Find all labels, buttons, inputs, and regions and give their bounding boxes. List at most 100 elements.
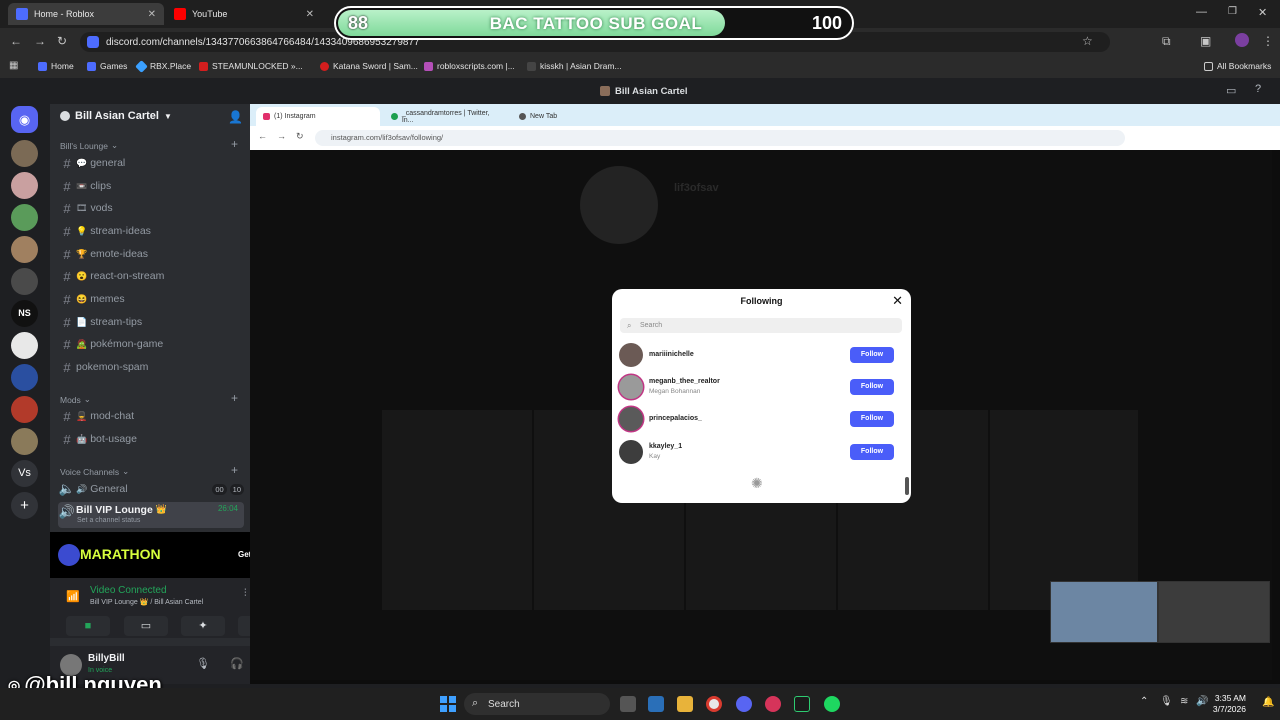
channel-bot-usage[interactable]: # 🤖 bot-usage (58, 429, 244, 449)
extensions-icon[interactable]: ⧉ (1162, 34, 1171, 49)
bookmark-home[interactable]: Home (38, 61, 74, 71)
microphone-icon[interactable]: 🎙 (1160, 696, 1173, 707)
close-window-icon[interactable]: ✕ (1258, 6, 1267, 19)
site-info-icon[interactable] (87, 36, 99, 48)
server-vs-icon[interactable]: Vs (11, 460, 38, 487)
channel-mod-chat[interactable]: # 💂 mod-chat (58, 406, 244, 426)
reload-icon[interactable]: ↻ (57, 34, 67, 48)
add-channel-icon[interactable]: + (231, 137, 238, 151)
bookmark-robloxscripts[interactable]: robloxscripts.com |... (424, 61, 515, 71)
channel-emote-ideas[interactable]: # 🏆 emote-ideas (58, 244, 244, 264)
server-icon[interactable] (11, 268, 38, 295)
close-icon[interactable]: ✕ (892, 293, 903, 309)
category-bills-lounge[interactable]: Bill's Lounge ⌄ (60, 140, 118, 151)
menu-icon[interactable]: ⋮ (1262, 34, 1274, 48)
browser-tab-roblox[interactable]: Home - Roblox ✕ (8, 3, 164, 25)
channel-vods[interactable]: # 🎞 vods (58, 198, 244, 218)
activities-button[interactable]: ✦ (181, 616, 225, 636)
app-icon[interactable] (794, 696, 810, 712)
stream-tab-instagram[interactable]: (1) Instagram (256, 107, 380, 126)
server-icon[interactable] (11, 332, 38, 359)
channel-status[interactable]: Set a channel status (77, 517, 140, 524)
discord-home-icon[interactable]: ◉ (11, 106, 38, 133)
spotify-icon[interactable] (824, 696, 840, 712)
bookmark-games[interactable]: Games (87, 61, 127, 71)
list-item[interactable]: princepalacios_ Follow (618, 405, 902, 435)
profile-avatar[interactable] (1235, 33, 1249, 47)
apps-grid-icon[interactable]: ▦ (9, 60, 18, 71)
bookmark-kisskh[interactable]: kisskh | Asian Dram... (527, 61, 622, 71)
bookmark-katana[interactable]: Katana Sword | Sam... (320, 61, 418, 71)
wifi-icon[interactable]: ≋ (1180, 696, 1188, 707)
channel-memes[interactable]: # 😆 memes (58, 289, 244, 309)
voice-channel-general[interactable]: 🔈 🔊 General 00 10 (58, 479, 244, 499)
taskbar-search[interactable]: ⌕ Search (464, 693, 610, 715)
follow-button[interactable]: Follow (850, 444, 894, 460)
category-voice-channels[interactable]: Voice Channels ⌄ (60, 466, 129, 477)
channel-general[interactable]: # 💬 general (58, 153, 244, 173)
side-panel-icon[interactable]: ▣ (1200, 34, 1211, 48)
channel-pokemon-spam[interactable]: # pokemon-spam (58, 357, 244, 377)
notification-bell-icon[interactable]: 🔔 (1262, 697, 1274, 708)
add-channel-icon[interactable]: + (231, 463, 238, 477)
channel-stream-tips[interactable]: # 📄 stream-tips (58, 312, 244, 332)
channel-pokemon-game[interactable]: # 🧟 pokémon-game (58, 334, 244, 354)
help-icon[interactable]: ? (1255, 83, 1261, 95)
all-bookmarks[interactable]: All Bookmarks (1204, 61, 1271, 71)
signal-icon[interactable]: 📶 (66, 590, 80, 603)
chrome-icon[interactable] (706, 696, 722, 712)
file-explorer-icon[interactable] (677, 696, 693, 712)
list-item[interactable]: meganb_thee_realtor Megan Bohannan Follo… (618, 373, 902, 403)
server-icon[interactable] (11, 428, 38, 455)
system-clock[interactable]: 3:35 AM 3/7/2026 (1213, 693, 1246, 715)
voice-channel-bill-vip-lounge[interactable]: 🔊 Bill VIP Lounge 👑 26:04 Set a channel … (58, 502, 244, 528)
screen-share-button[interactable]: ▭ (124, 616, 168, 636)
channel-clips[interactable]: # 📼 clips (58, 176, 244, 196)
server-icon[interactable] (11, 364, 38, 391)
bookmark-steamunlocked[interactable]: STEAMUNLOCKED »... (199, 61, 303, 71)
channel-stream-ideas[interactable]: # 💡 stream-ideas (58, 221, 244, 241)
scrollbar[interactable] (905, 477, 909, 495)
add-server-icon[interactable]: + (11, 492, 38, 519)
server-header[interactable]: Bill Asian Cartel ▼ (60, 110, 172, 122)
follow-button[interactable]: Follow (850, 347, 894, 363)
task-view-icon[interactable] (620, 696, 636, 712)
follow-button[interactable]: Follow (850, 411, 894, 427)
chevron-up-icon[interactable]: ⌃ (1140, 696, 1148, 707)
microphone-icon[interactable]: 🎙 (196, 657, 210, 670)
search-input[interactable]: ⌕ Search (620, 318, 902, 333)
close-tab-icon[interactable]: ✕ (306, 9, 314, 20)
close-tab-icon[interactable]: ✕ (148, 9, 156, 20)
category-mods[interactable]: Mods ⌄ (60, 394, 91, 405)
discord-icon[interactable] (736, 696, 752, 712)
opera-icon[interactable] (765, 696, 781, 712)
server-icon[interactable] (11, 172, 38, 199)
headphones-icon[interactable]: 🎧 (230, 657, 244, 670)
video-button[interactable]: ■ (66, 616, 110, 636)
follow-button[interactable]: Follow (850, 379, 894, 395)
channel-react-on-stream[interactable]: # 😮 react-on-stream (58, 266, 244, 286)
stream-tab-twitter[interactable]: _cassandramtorres | Twitter, In... (384, 107, 508, 126)
inbox-icon[interactable]: ▭ (1226, 84, 1236, 97)
list-item[interactable]: kkayley_1 Kay Follow (618, 438, 902, 468)
server-icon[interactable] (11, 204, 38, 231)
server-ns-icon[interactable]: NS (11, 300, 38, 327)
list-item[interactable]: mariiinichelle Follow (618, 341, 902, 371)
server-icon[interactable] (11, 236, 38, 263)
forward-icon[interactable]: → (34, 34, 46, 48)
app-icon[interactable] (648, 696, 664, 712)
bookmark-star-icon[interactable]: ☆ (1082, 34, 1093, 48)
windows-start-icon[interactable] (440, 696, 456, 712)
noise-suppression-icon[interactable]: ⫶ (244, 588, 247, 599)
back-icon[interactable]: ← (10, 34, 22, 48)
browser-tab-youtube[interactable]: YouTube ✕ (166, 3, 322, 25)
stream-tab-new[interactable]: New Tab (512, 107, 632, 126)
bookmark-rbxplace[interactable]: RBX.Place (135, 59, 191, 73)
minimize-icon[interactable]: — (1196, 6, 1207, 18)
invite-icon[interactable]: 👤 (228, 110, 243, 124)
server-icon[interactable] (11, 140, 38, 167)
add-channel-icon[interactable]: + (231, 391, 238, 405)
restore-icon[interactable]: ❐ (1228, 6, 1237, 17)
volume-icon[interactable]: 🔊 (1196, 696, 1208, 707)
server-icon[interactable] (11, 396, 38, 423)
